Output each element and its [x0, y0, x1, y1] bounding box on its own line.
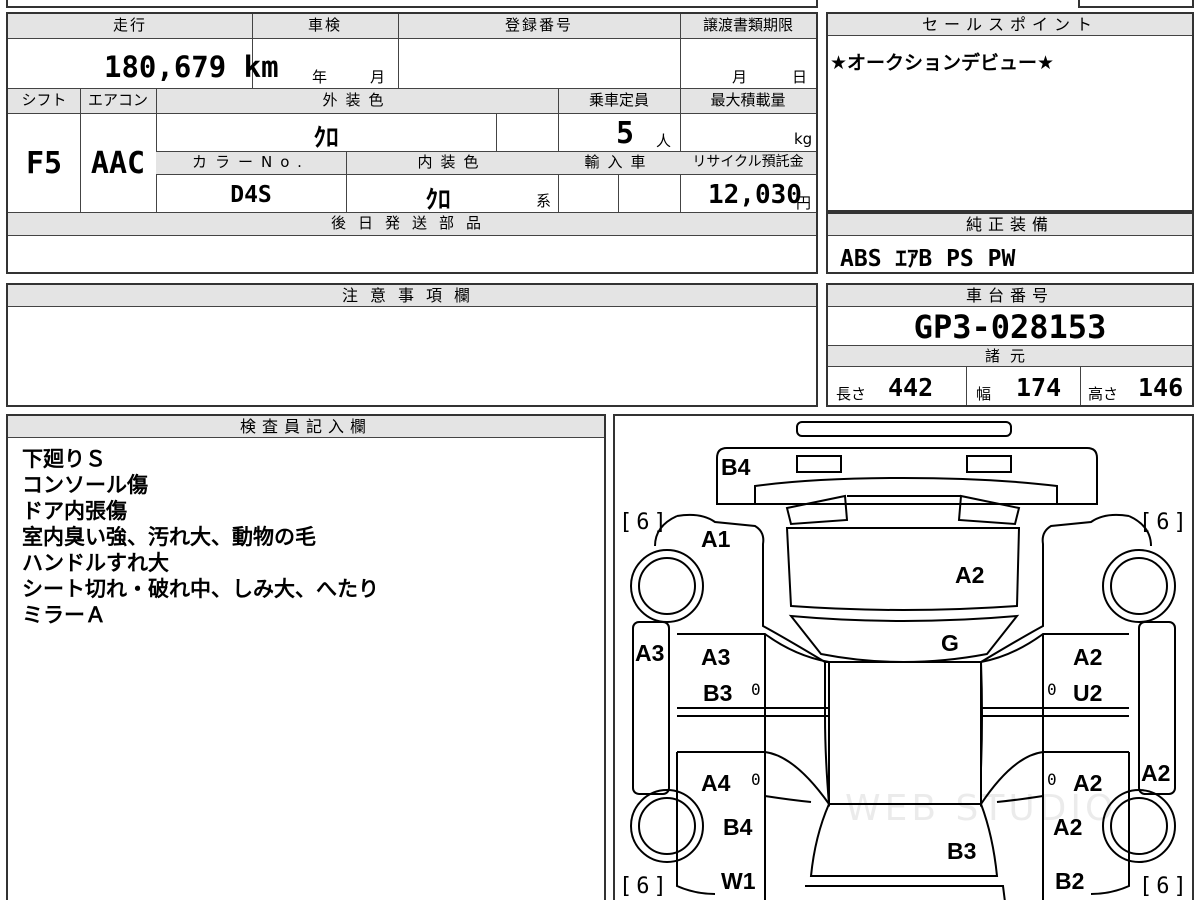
mark-left-front-door-b3: B3	[703, 680, 733, 706]
tire-front-left-bracket: [6]	[619, 510, 671, 535]
caution-label: 注意事項欄	[8, 285, 816, 307]
tire-rear-right-bracket: [6]	[1139, 874, 1191, 899]
mark-right-rear-door-a2: A2	[1073, 770, 1103, 796]
tire-rear-left-value: 6	[636, 874, 654, 899]
recycle-value: 12,030	[708, 180, 802, 210]
spec-grid: 走行 車検 登録番号 譲渡書類期限 180,679 km 年 月 月 日 シフト…	[6, 12, 818, 274]
tire-front-right-bracket: [6]	[1139, 510, 1191, 535]
inspector-label: 検査員記入欄	[8, 416, 604, 438]
length-label: 長さ	[836, 385, 867, 403]
tire-rear-left-bracket: [6]	[619, 874, 671, 899]
note-line: ミラーＡ	[22, 603, 106, 627]
zero-marker: 0	[751, 770, 761, 789]
mark-left-rear-door-a4: A4	[701, 770, 731, 796]
tire-front-left-value: 6	[636, 510, 654, 535]
transfer-month-unit: 月	[732, 68, 748, 86]
mark-right-front-door-a2: A2	[1073, 644, 1103, 670]
mileage-value: 180,679 km	[104, 50, 279, 84]
capacity-label: 乗車定員	[588, 91, 649, 109]
mark-right-front-door-u2: U2	[1073, 680, 1103, 706]
zero-marker: 0	[1047, 770, 1057, 789]
top-strip	[6, 0, 818, 8]
sales-point-box: セールスポイント ★オークションデビュー★	[826, 12, 1194, 212]
tire-rear-right-value: 6	[1156, 874, 1174, 899]
zero-marker: 0	[1047, 680, 1057, 699]
mark-left-front-door-a3: A3	[701, 644, 731, 670]
max-load-label: 最大積載量	[710, 91, 786, 109]
inspection-month-unit: 月	[370, 68, 386, 86]
sales-point-label: セールスポイント	[828, 14, 1192, 36]
inspection-label: 車検	[307, 16, 342, 34]
capacity-value: 5	[616, 116, 635, 151]
exterior-color-value: ｸﾛ	[313, 123, 339, 152]
height-value: 146	[1138, 373, 1184, 402]
height-label: 高さ	[1088, 385, 1119, 403]
chassis-box: 車台番号 GP3-028153 諸元 長さ 442 幅 174 高さ 146	[826, 283, 1194, 407]
caution-box: 注意事項欄	[6, 283, 818, 407]
later-parts-label: 後日発送部品	[330, 214, 493, 232]
top-strip-right	[1078, 0, 1194, 8]
mark-roof-b3: B3	[947, 838, 977, 864]
mileage-label: 走行	[112, 16, 147, 34]
exterior-color-label: 外装色	[322, 91, 392, 109]
note-line: シート切れ・破れ中、しみ大、へたり	[22, 577, 379, 601]
mark-windshield-g: G	[941, 630, 959, 656]
mark-left-fender-a3: A3	[635, 640, 665, 666]
transfer-day-unit: 日	[792, 68, 808, 86]
mark-right-quarter-a2: A2	[1141, 760, 1171, 786]
mark-right-rear-a2: A2	[1053, 814, 1083, 840]
mark-left-front-a1: A1	[701, 526, 731, 552]
shift-label: シフト	[21, 91, 67, 109]
mark-left-rear-w1: W1	[721, 868, 756, 894]
recycle-unit: 円	[796, 194, 812, 212]
import-label: 輸入車	[584, 153, 654, 171]
mark-hood-a2: A2	[955, 562, 985, 588]
inspection-year-unit: 年	[312, 68, 328, 86]
equipment-box: 純正装備 ABS ｴｱB PS PW	[826, 212, 1194, 274]
recycle-label: リサイクル預託金	[692, 154, 804, 170]
chassis-value: GP3-028153	[913, 308, 1107, 346]
color-no-label: カラーNo.	[192, 153, 310, 171]
max-load-unit: kg	[794, 130, 813, 148]
note-line: ハンドルすれ大	[22, 551, 169, 575]
note-line: 室内臭い強、汚れ大、動物の毛	[22, 525, 316, 549]
width-label: 幅	[976, 385, 992, 403]
interior-color-label: 内装色	[417, 153, 487, 171]
mark-right-rear-b2: B2	[1055, 868, 1085, 894]
note-line: コンソール傷	[22, 473, 148, 497]
registration-label: 登録番号	[504, 16, 573, 34]
tire-front-right-value: 6	[1156, 510, 1174, 535]
inspector-box: 検査員記入欄 下廻りＳ コンソール傷 ドア内張傷 室内臭い強、汚れ大、動物の毛 …	[6, 414, 606, 900]
width-value: 174	[1016, 373, 1062, 402]
ac-label: エアコン	[87, 91, 148, 109]
chassis-label: 車台番号	[828, 285, 1192, 307]
zero-marker: 0	[751, 680, 761, 699]
shift-value: F5	[25, 146, 63, 181]
color-no-value: D4S	[230, 182, 272, 208]
mark-left-rear-b4: B4	[723, 814, 753, 840]
interior-color-suffix: 系	[536, 192, 552, 210]
ac-value: AAC	[90, 146, 146, 181]
equipment-value: ABS ｴｱB PS PW	[840, 246, 1016, 272]
length-value: 442	[888, 373, 934, 402]
equipment-label: 純正装備	[828, 212, 1192, 236]
inspector-notes: 下廻りＳ コンソール傷 ドア内張傷 室内臭い強、汚れ大、動物の毛 ハンドルすれ大…	[22, 446, 379, 628]
mark-rear-b4: B4	[721, 454, 751, 480]
car-diagram-box: WEB STUDIO [6] [6] [6] [6] B4 A1 A2 G A3…	[613, 414, 1194, 900]
note-line: 下廻りＳ	[22, 447, 106, 471]
interior-color-value: ｸﾛ	[425, 185, 451, 214]
capacity-unit: 人	[656, 132, 672, 150]
dims-label: 諸元	[984, 347, 1035, 365]
sales-point-text: ★オークションデビュー★	[830, 52, 1055, 74]
transfer-deadline-label: 譲渡書類期限	[702, 16, 793, 34]
note-line: ドア内張傷	[22, 499, 127, 523]
